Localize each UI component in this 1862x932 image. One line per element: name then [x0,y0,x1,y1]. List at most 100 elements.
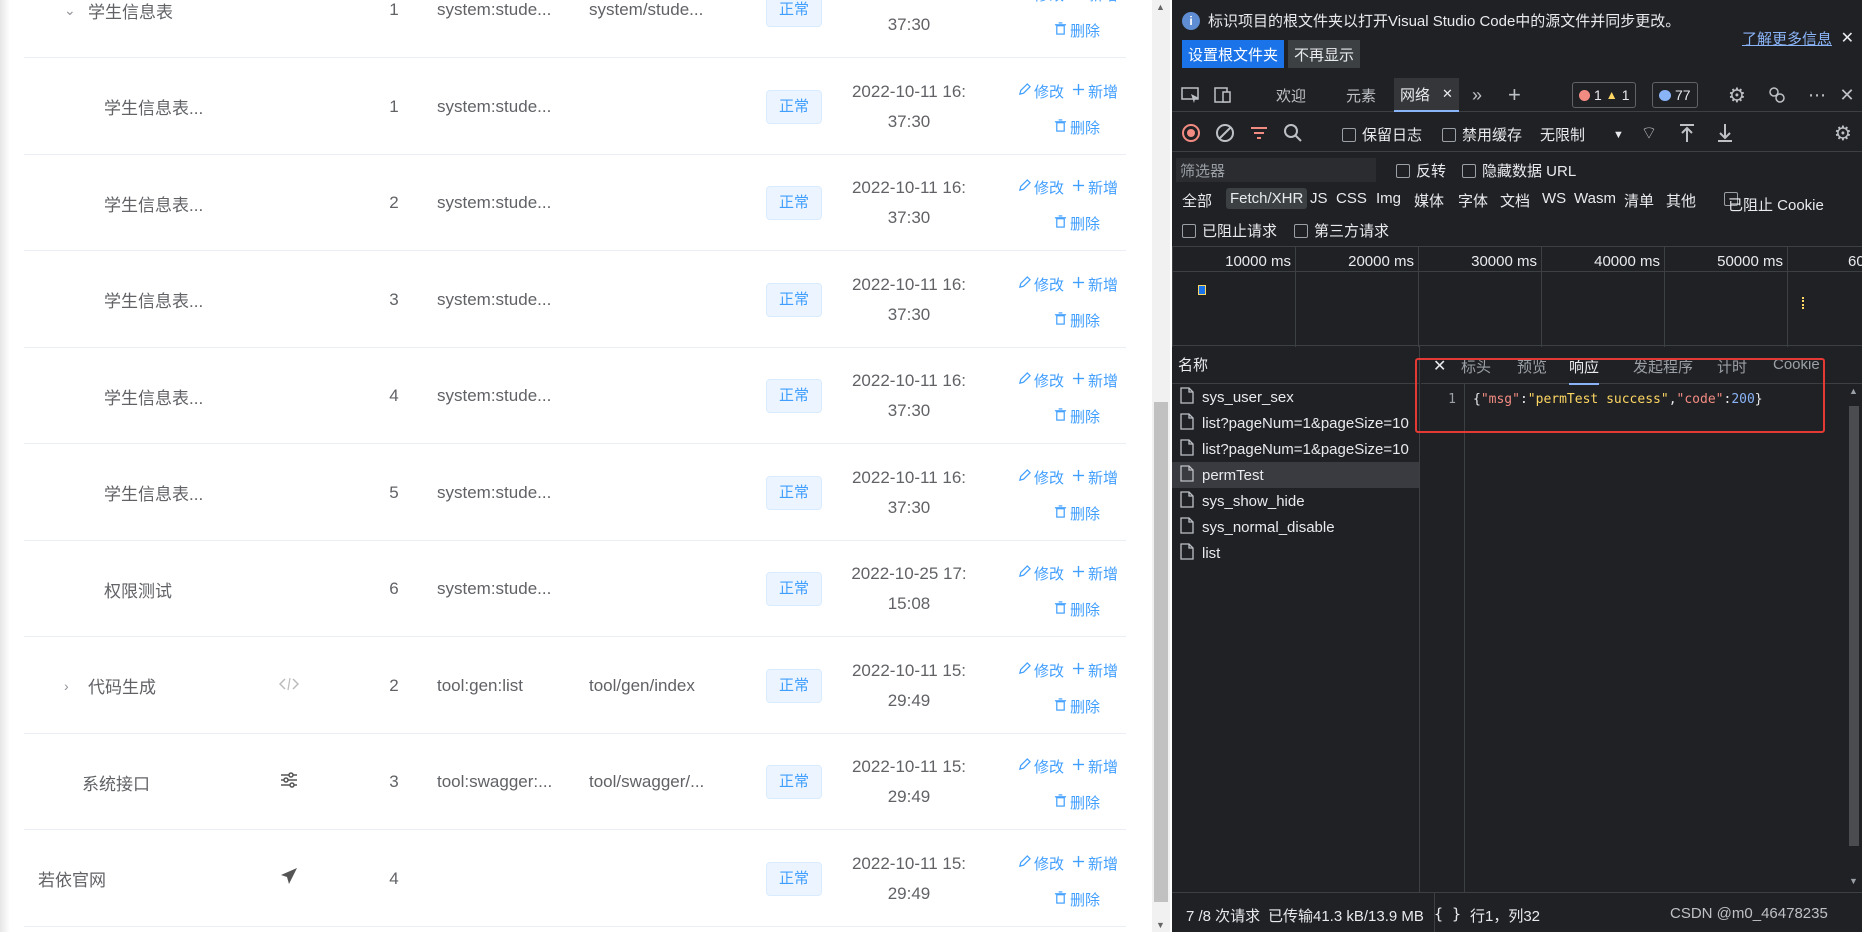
add-button[interactable]: 新增 [1072,274,1118,295]
edit-button[interactable]: 修改 [1018,274,1064,295]
page-scrollbar[interactable]: ▲ ▼ [1152,0,1170,932]
blocked-requests-box[interactable] [1182,223,1196,238]
issues-badge[interactable]: 1 ▲ 1 [1572,82,1637,108]
export-har-icon[interactable] [1714,122,1736,144]
delete-button[interactable]: 删除 [1054,310,1100,331]
type-font[interactable]: 字体 [1454,188,1492,213]
scrollbar-thumb[interactable] [1849,406,1859,846]
delete-button[interactable]: 删除 [1054,792,1100,813]
add-tab-icon[interactable]: + [1508,78,1521,112]
type-css[interactable]: CSS [1332,188,1371,209]
preserve-log-box[interactable] [1342,127,1356,142]
blocked-cookies-checkbox[interactable]: 已阻止 Cookie [1720,190,1824,214]
type-wasm[interactable]: Wasm [1570,188,1620,209]
filter-icon[interactable] [1248,122,1270,144]
add-button[interactable]: 新增 [1072,81,1118,102]
collapse-arrow-icon[interactable]: ⌄ [64,2,80,19]
add-button[interactable]: 新增 [1072,853,1118,874]
disable-cache-box[interactable] [1442,127,1456,142]
scrollbar-thumb[interactable] [1154,402,1168,902]
name-column-header[interactable]: 名称 [1172,346,1419,384]
tab-close-icon[interactable]: ✕ [1442,86,1453,102]
delete-button[interactable]: 删除 [1054,889,1100,910]
invert-checkbox[interactable]: 反转 [1396,160,1446,181]
request-item[interactable]: permTest [1172,462,1419,488]
disable-cache-checkbox[interactable]: 禁用缓存 [1442,124,1522,145]
throttle-select[interactable]: 无限制 ▼ [1540,124,1624,145]
inspect-icon[interactable] [1180,84,1202,106]
add-button[interactable]: 新增 [1072,370,1118,391]
expand-arrow-icon[interactable]: › [64,678,80,694]
request-item[interactable]: sys_show_hide [1172,488,1419,514]
type-all[interactable]: 全部 [1178,188,1216,213]
edit-button[interactable]: 修改 [1018,756,1064,777]
customize-icon[interactable] [1766,84,1788,106]
scroll-up-arrow-icon[interactable]: ▲ [1849,386,1858,396]
set-root-folder-button[interactable]: 设置根文件夹 [1182,40,1285,68]
request-item[interactable]: list?pageNum=1&pageSize=10 [1172,436,1419,462]
close-icon[interactable]: ✕ [1841,28,1854,48]
network-settings-gear-icon[interactable]: ⚙ [1832,122,1854,145]
more-tabs-icon[interactable]: » [1472,78,1482,112]
request-item[interactable]: sys_user_sex [1172,384,1419,410]
hide-data-urls-box[interactable] [1462,163,1476,178]
close-devtools-icon[interactable]: ✕ [1836,84,1858,106]
network-timeline[interactable]: 10000 ms 20000 ms 30000 ms 40000 ms 5000… [1172,246,1862,347]
settings-gear-icon[interactable]: ⚙ [1726,84,1748,107]
delete-button[interactable]: 删除 [1054,599,1100,620]
tab-network[interactable]: 网络 ✕ [1394,78,1459,112]
request-item[interactable]: list?pageNum=1&pageSize=10 [1172,410,1419,436]
record-icon[interactable] [1180,122,1202,144]
delete-button[interactable]: 删除 [1054,696,1100,717]
type-js[interactable]: JS [1306,188,1332,209]
edit-button[interactable]: 修改 [1018,0,1064,5]
type-ws[interactable]: WS [1538,188,1570,209]
preserve-log-checkbox[interactable]: 保留日志 [1342,124,1422,145]
clear-icon[interactable] [1214,122,1236,144]
add-button[interactable]: 新增 [1072,660,1118,681]
network-conditions-icon[interactable]: ⌔ [1638,122,1660,144]
filter-input[interactable]: 筛选器 [1176,158,1376,182]
type-fetch-xhr[interactable]: Fetch/XHR [1226,188,1308,209]
add-button[interactable]: 新增 [1072,467,1118,488]
edit-button[interactable]: 修改 [1018,660,1064,681]
edit-button[interactable]: 修改 [1018,467,1064,488]
delete-button[interactable]: 删除 [1054,20,1100,41]
delete-button[interactable]: 删除 [1054,117,1100,138]
delete-button[interactable]: 删除 [1054,213,1100,234]
messages-badge[interactable]: 77 [1652,82,1698,108]
dont-show-again-button[interactable]: 不再显示 [1288,40,1361,68]
add-button[interactable]: 新增 [1072,177,1118,198]
pretty-print-icon[interactable]: { } [1434,905,1461,923]
type-img[interactable]: Img [1372,188,1405,209]
blocked-requests-checkbox[interactable]: 已阻止请求 [1182,220,1277,241]
request-item[interactable]: list [1172,540,1419,566]
learn-more-link[interactable]: 了解更多信息 [1742,28,1832,49]
response-scrollbar[interactable]: ▲ ▼ [1846,386,1862,886]
delete-button[interactable]: 删除 [1054,406,1100,427]
delete-button[interactable]: 删除 [1054,503,1100,524]
device-toolbar-icon[interactable] [1212,84,1234,106]
edit-button[interactable]: 修改 [1018,370,1064,391]
type-manifest[interactable]: 清单 [1620,188,1658,213]
add-button[interactable]: 新增 [1072,756,1118,777]
add-button[interactable]: 新增 [1072,563,1118,584]
type-doc[interactable]: 文档 [1496,188,1534,213]
hide-data-urls-checkbox[interactable]: 隐藏数据 URL [1462,160,1576,181]
edit-button[interactable]: 修改 [1018,563,1064,584]
scroll-down-arrow-icon[interactable]: ▼ [1156,920,1165,930]
more-options-icon[interactable]: ⋯ [1806,84,1828,106]
edit-button[interactable]: 修改 [1018,177,1064,198]
third-party-checkbox[interactable]: 第三方请求 [1294,220,1389,241]
scroll-up-arrow-icon[interactable]: ▲ [1156,2,1165,12]
edit-button[interactable]: 修改 [1018,853,1064,874]
search-icon[interactable] [1282,122,1304,144]
type-other[interactable]: 其他 [1662,188,1700,213]
third-party-box[interactable] [1294,223,1308,238]
request-item[interactable]: sys_normal_disable [1172,514,1419,540]
invert-box[interactable] [1396,163,1410,178]
tab-elements[interactable]: 元素 [1346,78,1376,112]
edit-button[interactable]: 修改 [1018,81,1064,102]
tab-welcome[interactable]: 欢迎 [1276,78,1306,112]
import-har-icon[interactable] [1676,122,1698,144]
